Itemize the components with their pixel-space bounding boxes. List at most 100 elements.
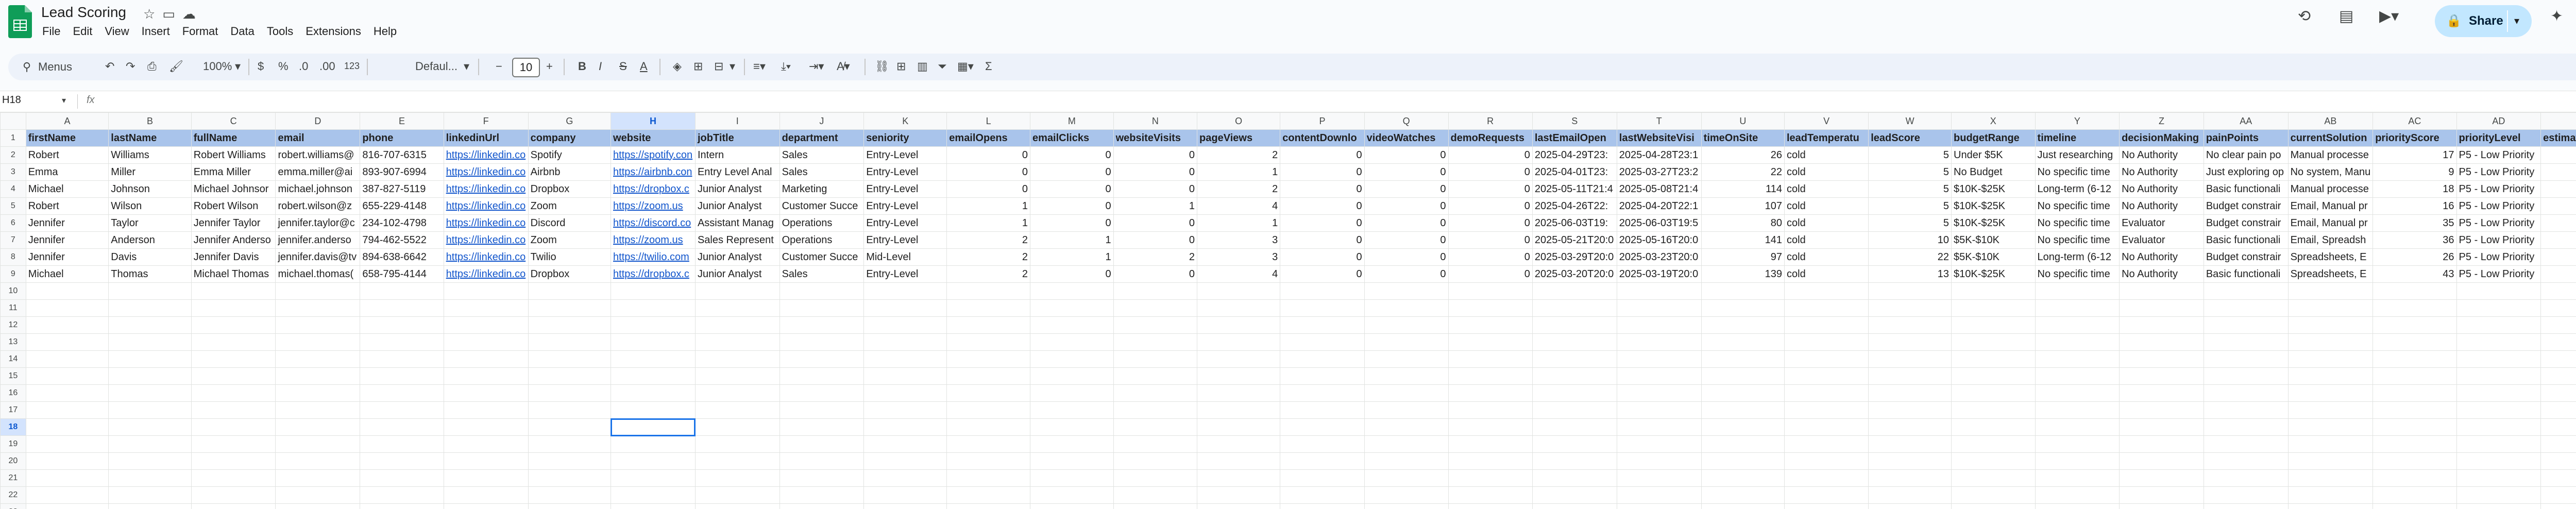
currency-format-button[interactable]: $ <box>258 60 264 73</box>
table-cell[interactable]: jennifer.anderso <box>275 231 361 249</box>
table-cell[interactable]: $10K-$25K <box>1951 197 2036 215</box>
table-cell[interactable]: 0 <box>1364 214 1449 232</box>
empty-cell[interactable] <box>528 435 612 453</box>
header-cell[interactable]: lastWebsiteVisi <box>1616 129 1702 147</box>
empty-cell[interactable] <box>2203 435 2289 453</box>
table-cell[interactable]: Budget constrair <box>2203 197 2289 215</box>
menu-view[interactable]: View <box>105 25 129 38</box>
empty-cell[interactable] <box>1951 435 2036 453</box>
header-cell[interactable]: contentDownlo <box>1280 129 1365 147</box>
horizontal-align-icon[interactable]: ≡▾ <box>753 60 766 73</box>
empty-cell[interactable] <box>1280 418 1365 436</box>
empty-cell[interactable] <box>1868 503 1952 509</box>
paint-format-icon[interactable]: 🖌 <box>169 60 183 73</box>
empty-cell[interactable] <box>1616 333 1702 351</box>
empty-cell[interactable] <box>2287 282 2374 300</box>
empty-cell[interactable] <box>275 316 361 334</box>
table-cell[interactable]: Assistant Manag <box>694 214 780 232</box>
empty-cell[interactable] <box>2540 401 2576 419</box>
column-header-s[interactable]: S <box>1532 112 1617 130</box>
table-cell[interactable]: 0 <box>946 180 1031 198</box>
table-cell[interactable]: 35 <box>2372 214 2457 232</box>
empty-cell[interactable] <box>1197 333 1281 351</box>
empty-cell[interactable] <box>1951 299 2036 317</box>
header-cell[interactable]: website <box>611 129 696 147</box>
empty-cell[interactable] <box>443 316 529 334</box>
table-cell[interactable]: 0 <box>1280 265 1365 283</box>
table-cell[interactable]: 5 <box>1868 197 1952 215</box>
table-cell[interactable]: 2 <box>946 265 1031 283</box>
table-cell[interactable]: P5 - Low Priority <box>2456 231 2541 249</box>
header-cell[interactable]: department <box>779 129 865 147</box>
empty-cell[interactable] <box>443 333 529 351</box>
header-cell[interactable]: currentSolution <box>2287 129 2374 147</box>
empty-cell[interactable] <box>863 350 947 368</box>
empty-cell[interactable] <box>779 316 865 334</box>
empty-cell[interactable] <box>1868 384 1952 402</box>
table-cell[interactable]: 2025-04-29T23: <box>1532 146 1617 164</box>
table-cell[interactable]: 2 <box>1113 248 1198 266</box>
empty-cell[interactable] <box>2372 384 2457 402</box>
empty-cell[interactable] <box>1113 503 1198 509</box>
table-cell[interactable]: No Budget <box>1951 163 2036 181</box>
empty-cell[interactable] <box>1113 384 1198 402</box>
empty-cell[interactable] <box>2287 316 2374 334</box>
empty-cell[interactable] <box>1448 299 1533 317</box>
table-cell[interactable]: 5 <box>1868 146 1952 164</box>
empty-cell[interactable] <box>2372 299 2457 317</box>
empty-cell[interactable] <box>2203 333 2289 351</box>
table-cell[interactable]: Entry-Level <box>863 163 947 181</box>
table-cell[interactable]: Davis <box>108 248 192 266</box>
empty-cell[interactable] <box>1784 282 1869 300</box>
empty-cell[interactable] <box>1030 435 1114 453</box>
empty-cell[interactable] <box>25 452 109 470</box>
table-cell[interactable]: 5 <box>1868 163 1952 181</box>
header-cell[interactable]: estimatedDealS <box>2540 129 2576 147</box>
row-header[interactable]: 15 <box>0 367 26 385</box>
table-cell[interactable]: Jennifer <box>25 231 109 249</box>
star-icon[interactable]: ☆ <box>143 6 162 22</box>
empty-cell[interactable] <box>863 384 947 402</box>
empty-cell[interactable] <box>863 282 947 300</box>
empty-cell[interactable] <box>1030 401 1114 419</box>
empty-cell[interactable] <box>1868 333 1952 351</box>
table-cell[interactable]: 0 <box>1280 248 1365 266</box>
empty-cell[interactable] <box>1280 299 1365 317</box>
empty-cell[interactable] <box>275 503 361 509</box>
empty-cell[interactable] <box>1197 350 1281 368</box>
bold-icon[interactable]: B <box>578 60 586 73</box>
empty-cell[interactable] <box>108 350 192 368</box>
table-cell[interactable]: 3 <box>1197 231 1281 249</box>
table-cell[interactable]: Junior Analyst <box>694 197 780 215</box>
empty-cell[interactable] <box>1280 367 1365 385</box>
header-cell[interactable]: pageViews <box>1197 129 1281 147</box>
empty-cell[interactable] <box>275 282 361 300</box>
empty-cell[interactable] <box>2035 486 2120 504</box>
empty-cell[interactable] <box>1197 469 1281 487</box>
table-cell[interactable]: 0 <box>946 146 1031 164</box>
empty-cell[interactable] <box>1532 384 1617 402</box>
table-cell[interactable]: Under $5K <box>1951 146 2036 164</box>
table-cell[interactable]: Just researching <box>2035 146 2120 164</box>
empty-cell[interactable] <box>108 469 192 487</box>
menu-file[interactable]: File <box>42 25 60 38</box>
empty-cell[interactable] <box>1364 282 1449 300</box>
empty-cell[interactable] <box>2119 384 2204 402</box>
empty-cell[interactable] <box>946 384 1031 402</box>
table-cell[interactable]: 0 <box>1448 248 1533 266</box>
table-cell[interactable]: P5 - Low Priority <box>2456 197 2541 215</box>
column-header-p[interactable]: P <box>1280 112 1365 130</box>
table-cell[interactable]: Michael <box>25 265 109 283</box>
table-cell[interactable]: No clear pain po <box>2203 146 2289 164</box>
table-cell[interactable]: cold <box>1784 163 1869 181</box>
table-cell[interactable]: Jennifer Taylor <box>191 214 276 232</box>
empty-cell[interactable] <box>2372 418 2457 436</box>
table-cell[interactable]: Twilio <box>528 248 612 266</box>
empty-cell[interactable] <box>1784 367 1869 385</box>
table-cell[interactable]: 2 <box>1197 180 1281 198</box>
empty-cell[interactable] <box>1951 384 2036 402</box>
table-cell[interactable]: https://dropbox.c <box>611 180 696 198</box>
empty-cell[interactable] <box>443 367 529 385</box>
row-header[interactable]: 8 <box>0 248 26 266</box>
empty-cell[interactable] <box>2456 367 2541 385</box>
